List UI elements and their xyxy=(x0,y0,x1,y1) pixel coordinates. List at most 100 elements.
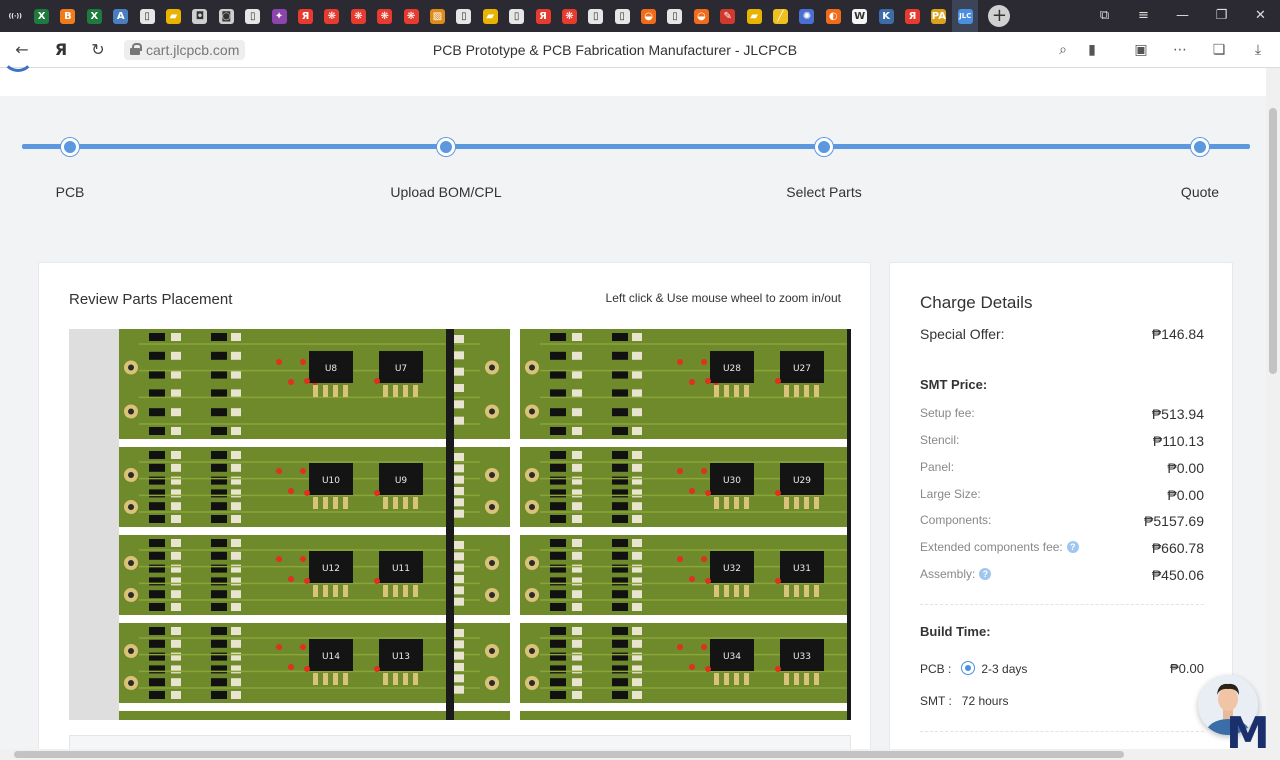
smd-pad xyxy=(572,451,582,459)
maximize-button[interactable]: ❐ xyxy=(1202,0,1241,32)
pcb-build-option[interactable]: PCB : 2-3 days xyxy=(920,661,1027,676)
browser-tab[interactable]: ◘ xyxy=(187,0,213,32)
download-icon[interactable]: ⤓ xyxy=(1246,38,1270,62)
horizontal-scrollbar[interactable] xyxy=(0,749,1266,760)
ic-pin xyxy=(734,673,739,685)
bookmark-icon[interactable]: ▮ xyxy=(1080,38,1104,62)
fee-row: Components: ₱5157.69 xyxy=(920,513,1204,529)
browser-tab[interactable]: ◙ xyxy=(213,0,239,32)
browser-tab[interactable]: ❋ xyxy=(319,0,345,32)
smd-component xyxy=(612,564,628,573)
menu-icon[interactable]: ≡ xyxy=(1124,0,1163,32)
close-window-button[interactable]: ✕ xyxy=(1241,0,1280,32)
pcb-canvas[interactable]: U8 U7 U10 U9 U12 U11 U14 U13 U28 U27 U30 U29 U32 U31 U… xyxy=(69,329,851,720)
edge-strip xyxy=(847,329,851,720)
browser-tab[interactable]: ▰ xyxy=(477,0,503,32)
reload-icon[interactable]: ↻ xyxy=(80,32,116,68)
browser-tab[interactable]: PA xyxy=(926,0,952,32)
smd-pad xyxy=(171,652,181,661)
pin1-marker xyxy=(304,378,310,384)
new-tab-button[interactable]: + xyxy=(988,5,1011,27)
smd-component xyxy=(550,351,566,360)
tabs-menu-icon[interactable]: ⧉ xyxy=(1085,0,1124,32)
user-avatar[interactable] xyxy=(2,40,34,72)
browser-tab-strip: ((·)) X B X A ▯ ▰ ◘ ◙ ▯ ✦ Я ❋ ❋ ❋ ❋ ▨ ▯ ▰ ▯ Я ❋ ▯ ▯ ◒ ▯ ◒ ✎ ▰ ╱ ✺ ◐ W K Я P… xyxy=(0,0,1280,32)
browser-tab[interactable]: ╱ xyxy=(767,0,793,32)
browser-tab[interactable]: ▰ xyxy=(160,0,186,32)
step-dot-parts[interactable] xyxy=(815,138,833,156)
step-dot-bom[interactable] xyxy=(437,138,455,156)
browser-tab[interactable]: ◒ xyxy=(635,0,661,32)
browser-tab[interactable]: ▰ xyxy=(741,0,767,32)
browser-tab[interactable]: ▨ xyxy=(424,0,450,32)
help-icon[interactable]: ? xyxy=(979,568,992,580)
radio-selected-icon[interactable] xyxy=(961,661,976,675)
browser-tab[interactable]: ▯ xyxy=(134,0,160,32)
browser-tab[interactable]: X xyxy=(81,0,107,32)
ic-label: U12 xyxy=(322,564,340,574)
browser-tab-active[interactable]: JLC xyxy=(952,0,979,32)
step-label-bom[interactable]: Upload BOM/CPL xyxy=(390,184,501,200)
collections-icon[interactable]: ❏ xyxy=(1207,38,1231,62)
help-icon[interactable]: ? xyxy=(1066,541,1079,553)
scroll-thumb[interactable] xyxy=(14,751,1124,758)
browser-tab[interactable]: A xyxy=(108,0,134,32)
pin1-marker xyxy=(775,578,781,584)
yandex-logo-icon[interactable]: Я xyxy=(43,32,79,68)
browser-tab[interactable]: ▯ xyxy=(609,0,635,32)
browser-tab[interactable]: ❋ xyxy=(371,0,397,32)
placement-marker xyxy=(689,576,695,582)
ic-label: U30 xyxy=(723,476,741,486)
step-label-quote[interactable]: Quote xyxy=(1181,184,1219,200)
placement-marker xyxy=(288,576,294,582)
fee-value: ₱660.78 xyxy=(1151,540,1204,556)
browser-tab[interactable]: ◐ xyxy=(820,0,846,32)
browser-tab[interactable]: ((·)) xyxy=(2,0,28,32)
special-offer-row: Special Offer: ₱146.84 xyxy=(920,326,1204,342)
section-divider xyxy=(920,604,1204,605)
browser-tab[interactable]: Я xyxy=(292,0,318,32)
url-field[interactable]: cart.jlcpcb.com xyxy=(124,40,246,60)
fee-label: Panel: xyxy=(920,460,955,474)
scroll-thumb[interactable] xyxy=(1269,108,1277,374)
step-label-parts[interactable]: Select Parts xyxy=(786,184,861,200)
browser-tab[interactable]: ✎ xyxy=(715,0,741,32)
pcb-viewer[interactable]: U8 U7 U10 U9 U12 U11 U14 U13 U28 U27 U30 U29 U32 U31 U… xyxy=(69,329,851,720)
browser-tab[interactable]: ❋ xyxy=(345,0,371,32)
browser-tab[interactable]: Я xyxy=(899,0,925,32)
translate-icon: A xyxy=(113,8,129,24)
browser-tab[interactable]: ▯ xyxy=(503,0,529,32)
vertical-scrollbar[interactable] xyxy=(1266,68,1280,760)
browser-tab[interactable]: ❋ xyxy=(556,0,582,32)
mounting-hole xyxy=(489,560,495,566)
page-title: PCB Prototype & PCB Fabrication Manufact… xyxy=(432,42,798,58)
ic-pin xyxy=(393,585,398,597)
browser-tab[interactable]: ✦ xyxy=(266,0,292,32)
minimize-button[interactable]: — xyxy=(1163,0,1202,32)
browser-tab[interactable]: B xyxy=(55,0,81,32)
more-icon[interactable]: ⋯ xyxy=(1168,38,1192,62)
browser-tab[interactable]: K xyxy=(873,0,899,32)
ic-pin xyxy=(343,497,348,509)
special-offer-label: Special Offer: xyxy=(920,326,1005,342)
review-placement-card: Review Parts Placement Left click & Use … xyxy=(38,262,871,760)
step-dot-quote[interactable] xyxy=(1191,138,1209,156)
browser-tab[interactable]: ▯ xyxy=(240,0,266,32)
zoom-icon[interactable]: ⌕ xyxy=(1051,38,1075,62)
browser-tab[interactable]: W xyxy=(847,0,873,32)
browser-tab[interactable]: ▯ xyxy=(583,0,609,32)
browser-tab[interactable]: ▯ xyxy=(451,0,477,32)
smd-component xyxy=(550,691,566,699)
browser-tab[interactable]: ▯ xyxy=(662,0,688,32)
browser-tab[interactable]: ◒ xyxy=(688,0,714,32)
browser-tab[interactable]: Я xyxy=(530,0,556,32)
step-dot-pcb[interactable] xyxy=(61,138,79,156)
extension-icon[interactable]: ▣ xyxy=(1129,38,1153,62)
smd-pad xyxy=(632,577,642,586)
brand-m-logo[interactable]: M xyxy=(1226,712,1270,756)
step-label-pcb[interactable]: PCB xyxy=(56,184,85,200)
browser-tab[interactable]: ✺ xyxy=(794,0,820,32)
browser-tab[interactable]: X xyxy=(28,0,54,32)
ic-pin xyxy=(804,497,809,509)
browser-tab[interactable]: ❋ xyxy=(398,0,424,32)
